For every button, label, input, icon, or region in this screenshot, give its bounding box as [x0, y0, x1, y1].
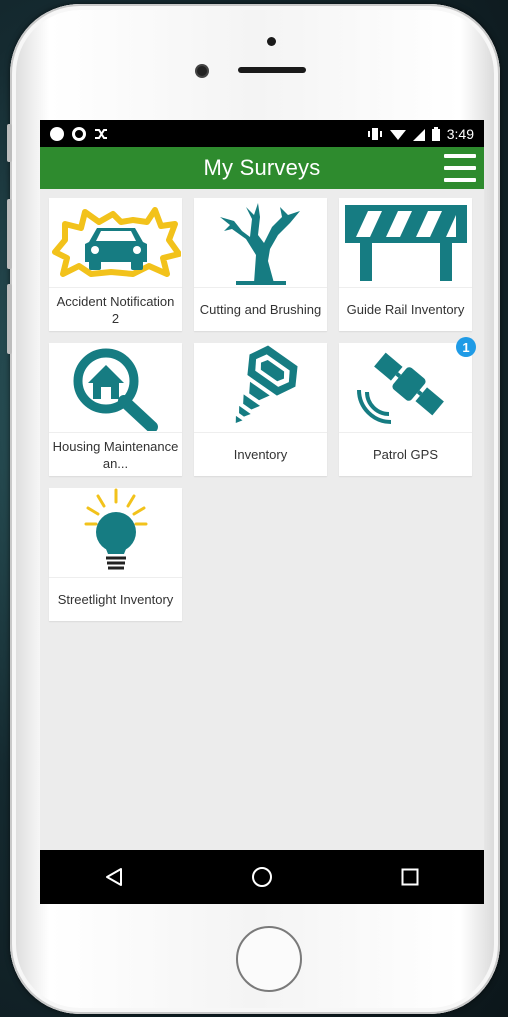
app-screen: 3:49 My Surveys Accident Notification 2 — [40, 120, 484, 904]
vibrate-icon — [367, 127, 382, 140]
signal-icon — [412, 128, 425, 141]
car-accident-icon — [49, 198, 182, 286]
app-bar: My Surveys — [40, 147, 484, 189]
survey-label: Housing Maintenance an... — [49, 432, 182, 476]
front-camera — [197, 66, 207, 76]
light-bulb-icon — [49, 488, 182, 576]
status-time: 3:49 — [446, 125, 474, 142]
android-nav-bar — [40, 850, 484, 904]
survey-label: Inventory — [194, 432, 327, 476]
screw-icon — [194, 343, 327, 431]
wifi-icon — [389, 129, 406, 140]
status-bar: 3:49 — [40, 120, 484, 147]
page-title: My Surveys — [203, 155, 321, 180]
survey-tile-inventory[interactable]: Inventory — [194, 343, 327, 476]
house-search-icon — [49, 343, 182, 431]
shuffle-icon — [95, 128, 107, 139]
volume-down-button — [7, 284, 12, 354]
silent-switch — [7, 124, 12, 162]
satellite-icon — [339, 343, 472, 431]
home-circle-icon[interactable] — [232, 857, 292, 897]
proximity-sensor — [267, 37, 276, 46]
survey-tile-cutting-brushing[interactable]: Cutting and Brushing — [194, 198, 327, 331]
guide-rail-icon — [339, 198, 472, 286]
back-triangle-icon[interactable] — [84, 857, 144, 897]
survey-tile-patrol-gps[interactable]: 1 Patrol GPS — [339, 337, 476, 476]
survey-tile-accident-notification[interactable]: Accident Notification 2 — [49, 198, 182, 331]
recents-square-icon[interactable] — [380, 857, 440, 897]
survey-label: Cutting and Brushing — [194, 287, 327, 331]
bare-tree-icon — [194, 198, 327, 286]
earpiece-speaker — [238, 67, 306, 73]
survey-label: Patrol GPS — [339, 432, 472, 476]
survey-label: Accident Notification 2 — [49, 287, 182, 331]
volume-up-button — [7, 199, 12, 269]
battery-icon — [431, 126, 440, 141]
survey-tile-housing-maintenance[interactable]: Housing Maintenance an... — [49, 343, 182, 476]
home-button[interactable] — [236, 926, 302, 992]
survey-label: Streetlight Inventory — [49, 577, 182, 621]
sync-icon — [72, 126, 86, 141]
music-icon — [50, 126, 64, 141]
survey-tile-guide-rail[interactable]: Guide Rail Inventory — [339, 198, 472, 331]
notification-badge: 1 — [456, 337, 476, 357]
survey-label: Guide Rail Inventory — [339, 287, 472, 331]
hamburger-menu-icon[interactable] — [444, 154, 476, 182]
survey-tile-streetlight[interactable]: Streetlight Inventory — [49, 488, 182, 621]
